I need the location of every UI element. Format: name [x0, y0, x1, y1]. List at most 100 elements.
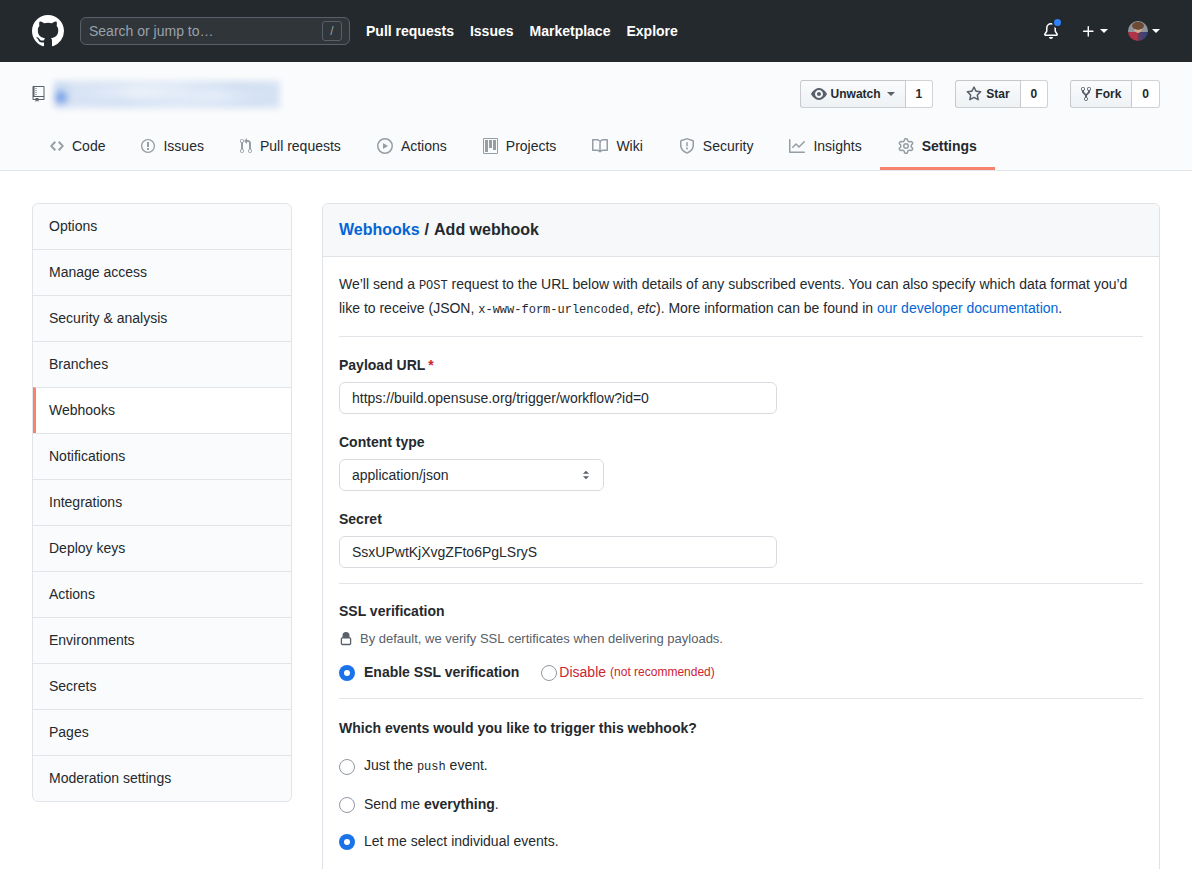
payload-url-input[interactable]	[339, 382, 777, 414]
search-placeholder: Search or jump to…	[89, 23, 214, 39]
individual-events-radio[interactable]	[339, 834, 355, 850]
nav-pull-requests[interactable]: Pull requests	[366, 23, 454, 39]
content-type-select[interactable]: application/json	[339, 459, 604, 491]
sidebar-item-environments[interactable]: Environments	[33, 617, 291, 663]
tab-settings[interactable]: Settings	[880, 125, 995, 170]
tab-issues[interactable]: Issues	[123, 125, 221, 170]
events-heading: Which events would you like to trigger t…	[339, 718, 1143, 739]
sidebar-item-options[interactable]: Options	[33, 204, 291, 249]
webhook-panel: Webhooks/Add webhook We’ll send a POST r…	[322, 203, 1160, 869]
just-push-radio[interactable]	[339, 759, 355, 775]
divider	[339, 583, 1143, 584]
star-button[interactable]: Star	[955, 80, 1020, 108]
unwatch-button[interactable]: Unwatch	[800, 80, 906, 108]
event-option-everything: Send me everything.	[339, 794, 1143, 815]
enable-ssl-label: Enable SSL verification	[364, 662, 519, 683]
fork-button[interactable]: Fork	[1070, 80, 1132, 108]
tab-projects[interactable]: Projects	[465, 125, 575, 170]
secret-label: Secret	[339, 509, 1143, 530]
divider	[339, 698, 1143, 699]
payload-url-group: Payload URL*	[339, 355, 1143, 414]
divider	[339, 336, 1143, 337]
book-icon	[592, 138, 608, 154]
user-menu[interactable]	[1128, 21, 1160, 41]
secret-group: Secret	[339, 509, 1143, 568]
repo-tabs: Code Issues Pull requests Actions Projec…	[0, 125, 1192, 170]
secret-input[interactable]	[339, 536, 777, 568]
tab-actions[interactable]: Actions	[359, 125, 465, 170]
tab-wiki[interactable]: Wiki	[574, 125, 660, 170]
shield-icon	[679, 138, 695, 154]
issue-icon	[141, 138, 155, 154]
code-icon	[50, 138, 64, 154]
chevron-down-icon	[1152, 29, 1160, 33]
slash-shortcut-hint: /	[322, 21, 342, 41]
content-type-group: Content type application/json	[339, 432, 1143, 491]
watch-button-group: Unwatch 1	[800, 80, 934, 108]
ssl-options: Enable SSL verification Disable (not rec…	[339, 662, 1143, 683]
disable-ssl-radio[interactable]	[541, 665, 557, 681]
nav-marketplace[interactable]: Marketplace	[530, 23, 611, 39]
breadcrumb: Webhooks/Add webhook	[323, 204, 1159, 257]
repo-icon	[32, 86, 45, 102]
sidebar-item-manage-access[interactable]: Manage access	[33, 249, 291, 295]
developer-documentation-link[interactable]: our developer documentation	[877, 300, 1058, 316]
graph-icon	[789, 138, 805, 154]
notification-dot	[1052, 17, 1063, 28]
fork-icon	[1081, 86, 1091, 102]
content-type-label: Content type	[339, 432, 1143, 453]
header-nav: Pull requests Issues Marketplace Explore	[366, 23, 678, 39]
payload-url-label: Payload URL*	[339, 355, 1143, 376]
repo-name-redacted[interactable]	[54, 81, 280, 108]
sidebar-item-integrations[interactable]: Integrations	[33, 479, 291, 525]
star-count[interactable]: 0	[1021, 80, 1049, 108]
pull-request-icon	[240, 138, 252, 154]
create-new-button[interactable]	[1081, 24, 1108, 39]
sidebar-item-secrets[interactable]: Secrets	[33, 663, 291, 709]
sidebar-item-pages[interactable]: Pages	[33, 709, 291, 755]
sidebar-item-notifications[interactable]: Notifications	[33, 433, 291, 479]
chevron-down-icon	[1100, 29, 1108, 33]
fork-count[interactable]: 0	[1132, 80, 1160, 108]
star-button-group: Star 0	[955, 80, 1048, 108]
breadcrumb-webhooks-link[interactable]: Webhooks	[339, 221, 420, 238]
star-icon	[966, 86, 982, 102]
nav-explore[interactable]: Explore	[626, 23, 677, 39]
webhook-intro: We’ll send a POST request to the URL bel…	[339, 273, 1143, 321]
select-caret-icon	[579, 468, 593, 482]
event-option-push: Just the push event.	[339, 755, 1143, 778]
search-input[interactable]: Search or jump to… /	[80, 17, 350, 45]
plus-icon	[1081, 24, 1096, 39]
sidebar-item-branches[interactable]: Branches	[33, 341, 291, 387]
gear-icon	[898, 138, 914, 154]
repo-header: Unwatch 1 Star 0 Fork 0	[0, 62, 1192, 171]
tab-insights[interactable]: Insights	[771, 125, 879, 170]
sidebar-item-security-analysis[interactable]: Security & analysis	[33, 295, 291, 341]
disable-ssl-label: Disable	[559, 662, 606, 683]
github-logo[interactable]	[32, 15, 64, 47]
sidebar-item-deploy-keys[interactable]: Deploy keys	[33, 525, 291, 571]
send-everything-radio[interactable]	[339, 797, 355, 813]
page-title: Add webhook	[434, 221, 539, 238]
tab-code[interactable]: Code	[32, 125, 123, 170]
settings-sidebar: Options Manage access Security & analysi…	[32, 203, 292, 802]
avatar	[1128, 21, 1148, 41]
watch-count[interactable]: 1	[906, 80, 934, 108]
project-icon	[483, 138, 498, 154]
disable-ssl-note: (not recommended)	[610, 662, 715, 683]
tab-pull-requests[interactable]: Pull requests	[222, 125, 359, 170]
sidebar-item-moderation-settings[interactable]: Moderation settings	[33, 755, 291, 801]
chevron-down-icon	[887, 92, 895, 96]
notifications-button[interactable]	[1043, 23, 1059, 39]
eye-icon	[811, 86, 827, 102]
nav-issues[interactable]: Issues	[470, 23, 514, 39]
sidebar-item-webhooks[interactable]: Webhooks	[33, 387, 291, 433]
tab-security[interactable]: Security	[661, 125, 772, 170]
ssl-note: By default, we verify SSL certificates w…	[339, 631, 1143, 646]
enable-ssl-radio[interactable]	[339, 665, 355, 681]
lock-icon	[339, 632, 353, 646]
sidebar-item-actions[interactable]: Actions	[33, 571, 291, 617]
fork-button-group: Fork 0	[1070, 80, 1160, 108]
global-header: Search or jump to… / Pull requests Issue…	[0, 0, 1192, 62]
ssl-verification-heading: SSL verification	[339, 601, 1143, 622]
